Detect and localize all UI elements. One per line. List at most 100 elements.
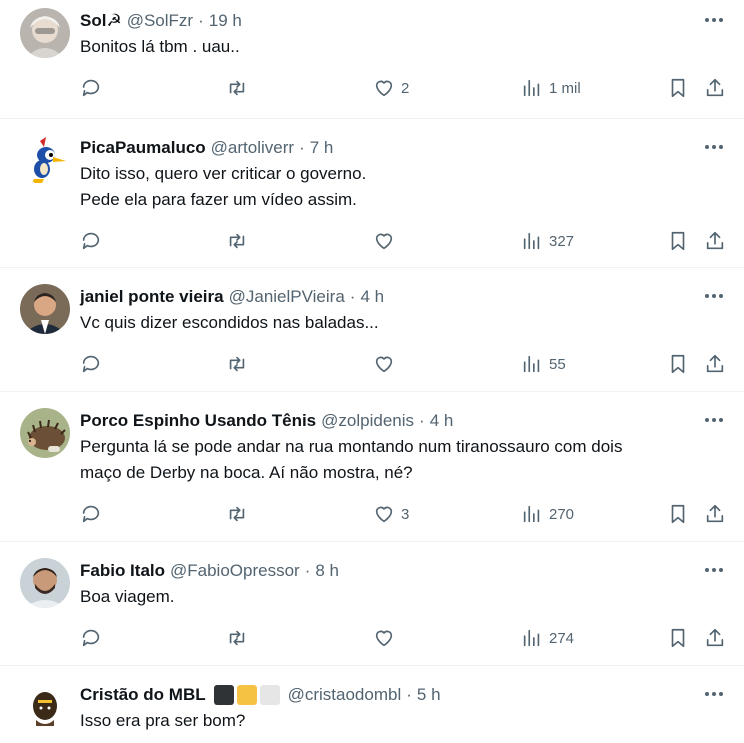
bookmark-icon bbox=[671, 628, 685, 648]
action-bar: 55 bbox=[80, 336, 728, 392]
author-handle[interactable]: @SolFzr bbox=[127, 11, 193, 31]
view-count: 327 bbox=[549, 232, 575, 250]
action-bar: 3 270 bbox=[80, 486, 728, 542]
avatar[interactable] bbox=[20, 135, 70, 185]
avatar[interactable] bbox=[20, 408, 70, 458]
timestamp[interactable]: 8 h bbox=[315, 561, 339, 581]
dot-icon bbox=[719, 145, 723, 149]
avatar[interactable] bbox=[20, 284, 70, 334]
reply-icon bbox=[82, 629, 100, 647]
view-count: 270 bbox=[549, 505, 575, 523]
bookmark-button[interactable] bbox=[667, 352, 689, 376]
more-options-button[interactable] bbox=[702, 683, 726, 705]
author-name[interactable]: Fabio Italo bbox=[80, 561, 165, 581]
bookmark-button[interactable] bbox=[667, 626, 689, 650]
bookmark-button[interactable] bbox=[667, 229, 689, 253]
views-button[interactable]: 327 bbox=[521, 229, 574, 253]
share-icon bbox=[706, 78, 724, 97]
like-button[interactable]: 3 bbox=[373, 502, 409, 526]
bookmark-icon bbox=[671, 231, 685, 251]
black-square-icon bbox=[213, 685, 234, 705]
author-handle[interactable]: @JanielPVieira bbox=[229, 287, 345, 307]
bookmark-icon bbox=[671, 354, 685, 374]
reply-button[interactable] bbox=[80, 626, 102, 650]
reply-button[interactable] bbox=[80, 229, 102, 253]
author-name[interactable]: PicaPaumaluco bbox=[80, 138, 206, 158]
retweet-icon bbox=[229, 506, 245, 522]
timestamp[interactable]: 19 h bbox=[209, 11, 242, 31]
like-button[interactable] bbox=[373, 626, 401, 650]
views-button[interactable]: 274 bbox=[521, 626, 574, 650]
like-count: 2 bbox=[401, 79, 410, 97]
views-button[interactable]: 1 mil bbox=[521, 76, 581, 100]
author-handle[interactable]: @artoliverr bbox=[211, 138, 294, 158]
share-button[interactable] bbox=[704, 352, 726, 376]
bookmark-button[interactable] bbox=[667, 502, 689, 526]
author-handle[interactable]: @FabioOpressor bbox=[170, 561, 300, 581]
timestamp[interactable]: 5 h bbox=[417, 685, 441, 705]
retweet-button[interactable] bbox=[226, 502, 248, 526]
retweet-button[interactable] bbox=[226, 76, 248, 100]
views-icon bbox=[523, 232, 540, 250]
more-options-button[interactable] bbox=[702, 559, 726, 581]
like-button[interactable]: 2 bbox=[373, 76, 409, 100]
author-name[interactable]: janiel ponte vieira bbox=[80, 287, 224, 307]
views-icon bbox=[523, 79, 540, 97]
timestamp[interactable]: 7 h bbox=[310, 138, 334, 158]
reply-button[interactable] bbox=[80, 76, 102, 100]
tweet[interactable]: PicaPaumaluco @artoliverr · 7 h Dito iss… bbox=[0, 119, 744, 268]
reply-icon bbox=[82, 505, 100, 523]
share-button[interactable] bbox=[704, 502, 726, 526]
tweet[interactable]: Porco Espinho Usando Tênis @zolpidenis ·… bbox=[0, 392, 744, 542]
dot-icon bbox=[719, 294, 723, 298]
tweet-header: janiel ponte vieira @JanielPVieira · 4 h bbox=[80, 284, 728, 310]
reply-button[interactable] bbox=[80, 502, 102, 526]
retweet-button[interactable] bbox=[226, 626, 248, 650]
tweet[interactable]: Sol☭ @SolFzr · 19 h Bonitos lá tbm . uau… bbox=[0, 0, 744, 119]
timestamp[interactable]: 4 h bbox=[430, 411, 454, 431]
author-handle[interactable]: @zolpidenis bbox=[321, 411, 414, 431]
more-options-button[interactable] bbox=[702, 409, 726, 431]
tweet[interactable]: Fabio Italo @FabioOpressor · 8 h Boa via… bbox=[0, 542, 744, 666]
heart-icon bbox=[375, 506, 393, 523]
share-button[interactable] bbox=[704, 76, 726, 100]
tweet-header: Sol☭ @SolFzr · 19 h bbox=[80, 8, 728, 34]
bookmark-button[interactable] bbox=[667, 76, 689, 100]
views-icon bbox=[523, 505, 540, 523]
dot-icon bbox=[705, 145, 709, 149]
like-button[interactable] bbox=[373, 229, 401, 253]
share-icon bbox=[706, 504, 724, 523]
tweet-header: Fabio Italo @FabioOpressor · 8 h bbox=[80, 558, 728, 584]
share-button[interactable] bbox=[704, 229, 726, 253]
more-options-button[interactable] bbox=[702, 136, 726, 158]
avatar[interactable] bbox=[20, 558, 70, 608]
action-bar: 2 1 mil bbox=[80, 60, 728, 116]
avatar[interactable] bbox=[20, 682, 70, 732]
avatar[interactable] bbox=[20, 8, 70, 58]
author-name[interactable]: Cristão do MBL bbox=[80, 685, 206, 705]
views-button[interactable]: 270 bbox=[521, 502, 574, 526]
views-button[interactable]: 55 bbox=[521, 352, 566, 376]
tweet[interactable]: janiel ponte vieira @JanielPVieira · 4 h… bbox=[0, 268, 744, 392]
separator: · bbox=[299, 138, 305, 157]
dot-icon bbox=[719, 568, 723, 572]
timestamp[interactable]: 4 h bbox=[360, 287, 384, 307]
retweet-button[interactable] bbox=[226, 352, 248, 376]
more-options-button[interactable] bbox=[702, 9, 726, 31]
author-name[interactable]: Porco Espinho Usando Tênis bbox=[80, 411, 316, 431]
reply-button[interactable] bbox=[80, 352, 102, 376]
like-button[interactable] bbox=[373, 352, 401, 376]
author-handle[interactable]: @cristaodombl bbox=[288, 685, 402, 705]
tweet-text: Isso era pra ser bom? bbox=[80, 711, 246, 730]
retweet-button[interactable] bbox=[226, 229, 248, 253]
dot-icon bbox=[705, 18, 709, 22]
tweet-text: Vc quis dizer escondidos nas baladas... bbox=[80, 313, 379, 332]
retweet-icon bbox=[229, 630, 245, 646]
dot-icon bbox=[719, 418, 723, 422]
author-name[interactable]: Sol☭ bbox=[80, 11, 122, 31]
separator: · bbox=[419, 411, 425, 430]
share-button[interactable] bbox=[704, 626, 726, 650]
dot-icon bbox=[705, 294, 709, 298]
tweet[interactable]: Cristão do MBL @cristaodombl · 5 h Isso … bbox=[0, 666, 744, 743]
more-options-button[interactable] bbox=[702, 285, 726, 307]
